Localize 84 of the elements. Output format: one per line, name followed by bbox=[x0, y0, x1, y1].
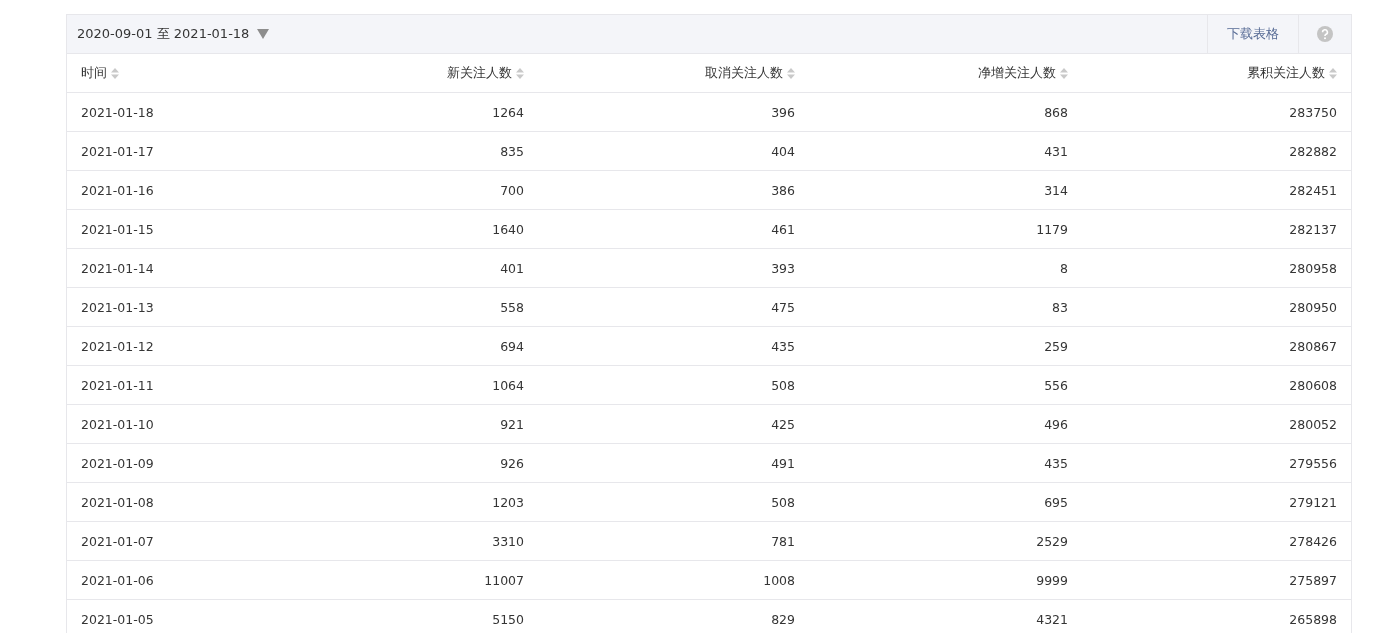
table-cell: 700 bbox=[500, 182, 524, 198]
table-cell: 431 bbox=[1044, 143, 1068, 159]
table-cell: 279121 bbox=[1289, 494, 1337, 510]
table-cell: 496 bbox=[1044, 416, 1068, 432]
table-cell: 1064 bbox=[492, 377, 524, 393]
table-cell: 508 bbox=[771, 377, 795, 393]
sort-icon[interactable] bbox=[516, 67, 524, 79]
table-cell: 280958 bbox=[1289, 260, 1337, 276]
table-cell: 280950 bbox=[1289, 299, 1337, 315]
table-cell: 694 bbox=[500, 338, 524, 354]
table-cell: 2021-01-05 bbox=[81, 611, 154, 627]
table-cell: 2021-01-14 bbox=[81, 260, 154, 276]
table-cell: 1179 bbox=[1036, 221, 1068, 237]
download-button[interactable]: 下载表格 bbox=[1207, 15, 1298, 53]
table-cell: 279556 bbox=[1289, 455, 1337, 471]
table-cell: 2021-01-06 bbox=[81, 572, 154, 588]
table-cell: 2021-01-18 bbox=[81, 104, 154, 120]
column-header[interactable]: 净增关注人数 bbox=[978, 64, 1056, 82]
table-cell: 558 bbox=[500, 299, 524, 315]
table-cell: 1008 bbox=[763, 572, 795, 588]
sort-icon[interactable] bbox=[787, 67, 795, 79]
table-cell: 4321 bbox=[1036, 611, 1068, 627]
table-cell: 781 bbox=[771, 533, 795, 549]
column-header[interactable]: 时间 bbox=[81, 64, 107, 82]
table-cell: 2529 bbox=[1036, 533, 1068, 549]
table-cell: 282882 bbox=[1289, 143, 1337, 159]
table-cell: 8 bbox=[1060, 260, 1068, 276]
table-cell: 1264 bbox=[492, 104, 524, 120]
table-cell: 435 bbox=[1044, 455, 1068, 471]
table-cell: 259 bbox=[1044, 338, 1068, 354]
sort-icon[interactable] bbox=[111, 67, 119, 79]
caret-icon bbox=[257, 29, 270, 39]
sort-icon[interactable] bbox=[1329, 67, 1337, 79]
table-cell: 868 bbox=[1044, 104, 1068, 120]
help-icon[interactable] bbox=[1317, 26, 1333, 42]
table-cell: 2021-01-15 bbox=[81, 221, 154, 237]
table-cell: 461 bbox=[771, 221, 795, 237]
table-cell: 425 bbox=[771, 416, 795, 432]
table-cell: 556 bbox=[1044, 377, 1068, 393]
table-cell: 314 bbox=[1044, 182, 1068, 198]
table-cell: 282137 bbox=[1289, 221, 1337, 237]
table-cell: 829 bbox=[771, 611, 795, 627]
table-cell: 278426 bbox=[1289, 533, 1337, 549]
table-cell: 2021-01-13 bbox=[81, 299, 154, 315]
table-cell: 475 bbox=[771, 299, 795, 315]
table-cell: 1203 bbox=[492, 494, 524, 510]
table-cell: 280867 bbox=[1289, 338, 1337, 354]
table-cell: 2021-01-17 bbox=[81, 143, 154, 159]
table-cell: 508 bbox=[771, 494, 795, 510]
table-cell: 695 bbox=[1044, 494, 1068, 510]
table-cell: 386 bbox=[771, 182, 795, 198]
table-cell: 2021-01-11 bbox=[81, 377, 154, 393]
table-cell: 2021-01-10 bbox=[81, 416, 154, 432]
table-cell: 2021-01-12 bbox=[81, 338, 154, 354]
table-cell: 1640 bbox=[492, 221, 524, 237]
table-cell: 3310 bbox=[492, 533, 524, 549]
table-cell: 282451 bbox=[1289, 182, 1337, 198]
table-cell: 83 bbox=[1052, 299, 1068, 315]
table-cell: 921 bbox=[500, 416, 524, 432]
table-cell: 404 bbox=[771, 143, 795, 159]
table-cell: 11007 bbox=[484, 572, 524, 588]
table-cell: 835 bbox=[500, 143, 524, 159]
table-cell: 280052 bbox=[1289, 416, 1337, 432]
table-cell: 393 bbox=[771, 260, 795, 276]
date-range-dropdown[interactable]: 2020-09-01 至 2021-01-18 bbox=[67, 15, 270, 53]
table-cell: 283750 bbox=[1289, 104, 1337, 120]
table-cell: 435 bbox=[771, 338, 795, 354]
table-cell: 265898 bbox=[1289, 611, 1337, 627]
table-cell: 5150 bbox=[492, 611, 524, 627]
table-cell: 2021-01-16 bbox=[81, 182, 154, 198]
table-cell: 2021-01-07 bbox=[81, 533, 154, 549]
sort-icon[interactable] bbox=[1060, 67, 1068, 79]
table-cell: 401 bbox=[500, 260, 524, 276]
table-cell: 9999 bbox=[1036, 572, 1068, 588]
table-cell: 275897 bbox=[1289, 572, 1337, 588]
table-cell: 396 bbox=[771, 104, 795, 120]
table-cell: 280608 bbox=[1289, 377, 1337, 393]
column-header[interactable]: 累积关注人数 bbox=[1247, 64, 1325, 82]
table-cell: 2021-01-08 bbox=[81, 494, 154, 510]
table-cell: 491 bbox=[771, 455, 795, 471]
column-header[interactable]: 新关注人数 bbox=[447, 64, 512, 82]
table-cell: 926 bbox=[500, 455, 524, 471]
column-header[interactable]: 取消关注人数 bbox=[705, 64, 783, 82]
table-cell: 2021-01-09 bbox=[81, 455, 154, 471]
